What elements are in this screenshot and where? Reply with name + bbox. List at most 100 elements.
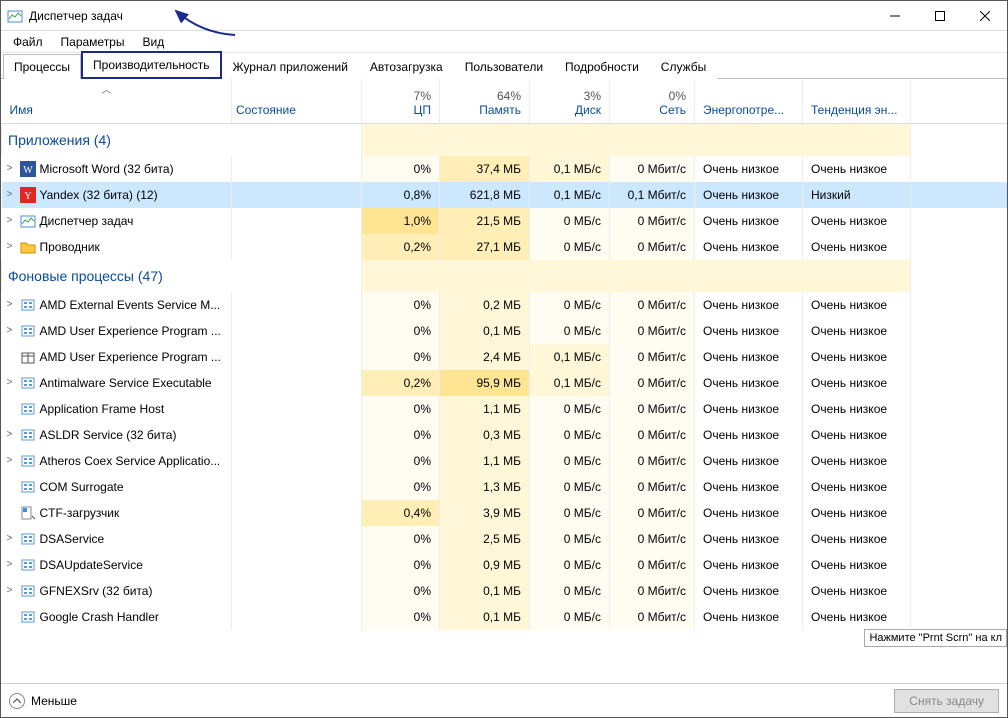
expand-icon[interactable]: > xyxy=(4,533,16,544)
maximize-button[interactable] xyxy=(917,1,962,30)
app-icon xyxy=(20,375,36,391)
table-row[interactable]: >WMicrosoft Word (32 бита)0%37,4 МБ0,1 М… xyxy=(2,156,1008,182)
table-row[interactable]: >AMD User Experience Program ...0%2,4 МБ… xyxy=(2,344,1008,370)
process-name: CTF-загрузчик xyxy=(40,506,120,520)
menu-params[interactable]: Параметры xyxy=(53,33,133,51)
disk-cell: 0 МБ/с xyxy=(530,208,610,234)
power-cell: Очень низкое xyxy=(695,292,803,318)
disk-cell: 0 МБ/с xyxy=(530,318,610,344)
table-row[interactable]: >DSAUpdateService0%0,9 МБ0 МБ/с0 Мбит/сО… xyxy=(2,552,1008,578)
table-row[interactable]: >Application Frame Host0%1,1 МБ0 МБ/с0 М… xyxy=(2,396,1008,422)
tab-startup[interactable]: Автозагрузка xyxy=(359,54,454,79)
net-cell: 0 Мбит/с xyxy=(610,552,695,578)
table-row[interactable]: >DSAService0%2,5 МБ0 МБ/с0 Мбит/сОчень н… xyxy=(2,526,1008,552)
disk-cell: 0 МБ/с xyxy=(530,396,610,422)
menu-view[interactable]: Вид xyxy=(134,33,172,51)
disk-cell: 0 МБ/с xyxy=(530,422,610,448)
table-row[interactable]: >GFNEXSrv (32 бита)0%0,1 МБ0 МБ/с0 Мбит/… xyxy=(2,578,1008,604)
fewer-details-icon[interactable] xyxy=(9,693,25,709)
col-disk[interactable]: 3%Диск xyxy=(530,79,610,123)
minimize-button[interactable] xyxy=(872,1,917,30)
expand-icon[interactable]: > xyxy=(4,559,16,570)
expand-icon[interactable]: > xyxy=(4,377,16,388)
trend-cell: Очень низкое xyxy=(803,422,911,448)
mem-cell: 37,4 МБ xyxy=(440,156,530,182)
disk-cell: 0 МБ/с xyxy=(530,578,610,604)
expand-icon[interactable]: > xyxy=(4,215,16,226)
mem-cell: 1,1 МБ xyxy=(440,396,530,422)
table-row[interactable]: >AMD External Events Service M...0%0,2 М… xyxy=(2,292,1008,318)
table-row[interactable]: >YYandex (32 бита) (12)0,8%621,8 МБ0,1 М… xyxy=(2,182,1008,208)
expand-icon[interactable]: > xyxy=(4,189,16,200)
col-name[interactable]: ︿ Имя xyxy=(2,79,232,123)
expand-icon[interactable]: > xyxy=(4,585,16,596)
process-name: Microsoft Word (32 бита) xyxy=(40,162,174,176)
expand-icon[interactable]: > xyxy=(4,163,16,174)
table-row[interactable]: >COM Surrogate0%1,3 МБ0 МБ/с0 Мбит/сОчен… xyxy=(2,474,1008,500)
footer-bar: Меньше Снять задачу xyxy=(1,683,1007,717)
process-name: Antimalware Service Executable xyxy=(40,376,212,390)
end-task-button[interactable]: Снять задачу xyxy=(894,689,999,713)
tab-processes[interactable]: Процессы xyxy=(3,54,81,79)
mem-cell: 2,4 МБ xyxy=(440,344,530,370)
net-cell: 0 Мбит/с xyxy=(610,234,695,260)
tab-details[interactable]: Подробности xyxy=(554,54,650,79)
cpu-cell: 0% xyxy=(362,156,440,182)
app-icon xyxy=(20,583,36,599)
menu-file[interactable]: Файл xyxy=(5,33,51,51)
power-cell: Очень низкое xyxy=(695,422,803,448)
col-state[interactable]: Состояние xyxy=(232,79,362,123)
app-icon xyxy=(7,8,23,24)
table-row[interactable]: >AMD User Experience Program ...0%0,1 МБ… xyxy=(2,318,1008,344)
app-icon: Y xyxy=(20,187,36,203)
cpu-cell: 0,8% xyxy=(362,182,440,208)
tab-services[interactable]: Службы xyxy=(650,54,717,79)
expand-icon[interactable]: > xyxy=(4,455,16,466)
table-row[interactable]: >ASLDR Service (32 бита)0%0,3 МБ0 МБ/с0 … xyxy=(2,422,1008,448)
col-cpu[interactable]: 7%ЦП xyxy=(362,79,440,123)
col-memory[interactable]: 64%Память xyxy=(440,79,530,123)
mem-cell: 0,2 МБ xyxy=(440,292,530,318)
power-cell: Очень низкое xyxy=(695,208,803,234)
table-row[interactable]: >Atheros Coex Service Applicatio...0%1,1… xyxy=(2,448,1008,474)
process-state xyxy=(232,318,362,344)
tab-performance[interactable]: Производительность xyxy=(81,51,221,79)
trend-cell: Очень низкое xyxy=(803,344,911,370)
power-cell: Очень низкое xyxy=(695,474,803,500)
group-background[interactable]: Фоновые процессы (47) xyxy=(2,260,1008,292)
process-table-scroll[interactable]: ︿ Имя Состояние 7%ЦП 64%Память 3%Диск 0%… xyxy=(1,79,1007,683)
group-apps[interactable]: Приложения (4) xyxy=(2,123,1008,156)
process-state xyxy=(232,422,362,448)
cpu-cell: 0% xyxy=(362,344,440,370)
expand-icon[interactable]: > xyxy=(4,325,16,336)
process-state xyxy=(232,208,362,234)
menu-bar: Файл Параметры Вид xyxy=(1,31,1007,53)
expand-icon[interactable]: > xyxy=(4,429,16,440)
net-cell: 0 Мбит/с xyxy=(610,500,695,526)
process-state xyxy=(232,182,362,208)
close-button[interactable] xyxy=(962,1,1007,30)
tab-users[interactable]: Пользователи xyxy=(454,54,554,79)
table-row[interactable]: >Диспетчер задач1,0%21,5 МБ0 МБ/с0 Мбит/… xyxy=(2,208,1008,234)
fewer-details-label[interactable]: Меньше xyxy=(31,694,77,708)
trend-cell: Очень низкое xyxy=(803,234,911,260)
col-trend[interactable]: Тенденция эн... xyxy=(803,79,911,123)
table-row[interactable]: >Google Crash Handler0%0,1 МБ0 МБ/с0 Мби… xyxy=(2,604,1008,630)
table-row[interactable]: >Antimalware Service Executable0,2%95,9 … xyxy=(2,370,1008,396)
trend-cell: Очень низкое xyxy=(803,156,911,182)
app-icon xyxy=(20,453,36,469)
col-power[interactable]: Энергопотре... xyxy=(695,79,803,123)
app-icon xyxy=(20,349,36,365)
expand-icon[interactable]: > xyxy=(4,241,16,252)
power-cell: Очень низкое xyxy=(695,344,803,370)
tab-app-history[interactable]: Журнал приложений xyxy=(222,54,359,79)
table-row[interactable]: >CTF-загрузчик0,4%3,9 МБ0 МБ/с0 Мбит/сОч… xyxy=(2,500,1008,526)
trend-cell: Очень низкое xyxy=(803,526,911,552)
expand-icon[interactable]: > xyxy=(4,299,16,310)
disk-cell: 0 МБ/с xyxy=(530,234,610,260)
col-network[interactable]: 0%Сеть xyxy=(610,79,695,123)
table-row[interactable]: >Проводник0,2%27,1 МБ0 МБ/с0 Мбит/сОчень… xyxy=(2,234,1008,260)
cpu-cell: 0% xyxy=(362,474,440,500)
mem-cell: 2,5 МБ xyxy=(440,526,530,552)
process-state xyxy=(232,500,362,526)
